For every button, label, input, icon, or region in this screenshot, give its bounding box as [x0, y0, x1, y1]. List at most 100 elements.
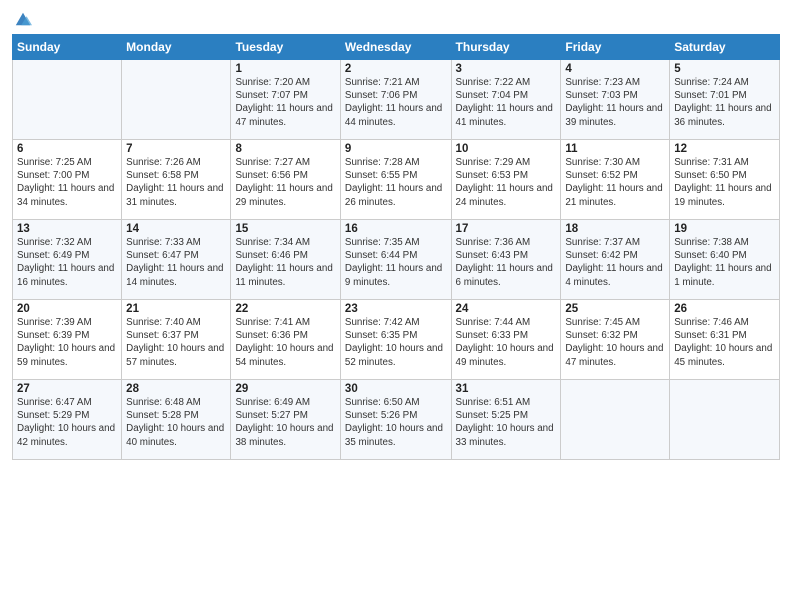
day-info: Sunrise: 7:22 AM Sunset: 7:04 PM Dayligh… [456, 76, 557, 129]
calendar-cell: 23Sunrise: 7:42 AM Sunset: 6:35 PM Dayli… [340, 300, 451, 380]
day-number: 21 [126, 303, 226, 315]
day-number: 12 [674, 143, 775, 155]
calendar-cell: 15Sunrise: 7:34 AM Sunset: 6:46 PM Dayli… [231, 220, 340, 300]
day-info: Sunrise: 6:50 AM Sunset: 5:26 PM Dayligh… [345, 396, 447, 449]
day-info: Sunrise: 7:41 AM Sunset: 6:36 PM Dayligh… [235, 316, 335, 369]
day-info: Sunrise: 7:24 AM Sunset: 7:01 PM Dayligh… [674, 76, 775, 129]
day-number: 8 [235, 143, 335, 155]
day-number: 4 [565, 63, 665, 75]
day-info: Sunrise: 7:31 AM Sunset: 6:50 PM Dayligh… [674, 156, 775, 209]
calendar-cell: 30Sunrise: 6:50 AM Sunset: 5:26 PM Dayli… [340, 380, 451, 460]
day-of-week-header: Sunday [13, 35, 122, 60]
day-info: Sunrise: 7:27 AM Sunset: 6:56 PM Dayligh… [235, 156, 335, 209]
calendar-cell [561, 380, 670, 460]
calendar-cell: 2Sunrise: 7:21 AM Sunset: 7:06 PM Daylig… [340, 60, 451, 140]
day-info: Sunrise: 7:35 AM Sunset: 6:44 PM Dayligh… [345, 236, 447, 289]
calendar-week-row: 6Sunrise: 7:25 AM Sunset: 7:00 PM Daylig… [13, 140, 780, 220]
day-info: Sunrise: 6:48 AM Sunset: 5:28 PM Dayligh… [126, 396, 226, 449]
calendar-week-row: 27Sunrise: 6:47 AM Sunset: 5:29 PM Dayli… [13, 380, 780, 460]
day-number: 25 [565, 303, 665, 315]
calendar-week-row: 1Sunrise: 7:20 AM Sunset: 7:07 PM Daylig… [13, 60, 780, 140]
day-number: 2 [345, 63, 447, 75]
calendar-header-row: SundayMondayTuesdayWednesdayThursdayFrid… [13, 35, 780, 60]
calendar-cell [670, 380, 780, 460]
logo-icon [14, 10, 32, 28]
calendar-cell: 29Sunrise: 6:49 AM Sunset: 5:27 PM Dayli… [231, 380, 340, 460]
calendar-cell: 20Sunrise: 7:39 AM Sunset: 6:39 PM Dayli… [13, 300, 122, 380]
calendar-cell: 25Sunrise: 7:45 AM Sunset: 6:32 PM Dayli… [561, 300, 670, 380]
day-info: Sunrise: 7:25 AM Sunset: 7:00 PM Dayligh… [17, 156, 117, 209]
day-of-week-header: Tuesday [231, 35, 340, 60]
day-of-week-header: Saturday [670, 35, 780, 60]
day-of-week-header: Wednesday [340, 35, 451, 60]
day-info: Sunrise: 7:36 AM Sunset: 6:43 PM Dayligh… [456, 236, 557, 289]
day-info: Sunrise: 7:28 AM Sunset: 6:55 PM Dayligh… [345, 156, 447, 209]
day-number: 22 [235, 303, 335, 315]
calendar-cell: 9Sunrise: 7:28 AM Sunset: 6:55 PM Daylig… [340, 140, 451, 220]
day-number: 6 [17, 143, 117, 155]
day-info: Sunrise: 7:26 AM Sunset: 6:58 PM Dayligh… [126, 156, 226, 209]
day-number: 30 [345, 383, 447, 395]
calendar-table: SundayMondayTuesdayWednesdayThursdayFrid… [12, 34, 780, 460]
calendar-cell: 8Sunrise: 7:27 AM Sunset: 6:56 PM Daylig… [231, 140, 340, 220]
day-number: 15 [235, 223, 335, 235]
calendar-cell: 5Sunrise: 7:24 AM Sunset: 7:01 PM Daylig… [670, 60, 780, 140]
day-number: 19 [674, 223, 775, 235]
day-info: Sunrise: 7:44 AM Sunset: 6:33 PM Dayligh… [456, 316, 557, 369]
calendar-cell: 11Sunrise: 7:30 AM Sunset: 6:52 PM Dayli… [561, 140, 670, 220]
calendar-cell: 22Sunrise: 7:41 AM Sunset: 6:36 PM Dayli… [231, 300, 340, 380]
calendar-cell: 10Sunrise: 7:29 AM Sunset: 6:53 PM Dayli… [451, 140, 561, 220]
day-info: Sunrise: 6:51 AM Sunset: 5:25 PM Dayligh… [456, 396, 557, 449]
day-number: 10 [456, 143, 557, 155]
day-info: Sunrise: 7:20 AM Sunset: 7:07 PM Dayligh… [235, 76, 335, 129]
day-info: Sunrise: 7:39 AM Sunset: 6:39 PM Dayligh… [17, 316, 117, 369]
page-container: SundayMondayTuesdayWednesdayThursdayFrid… [0, 0, 792, 612]
day-number: 9 [345, 143, 447, 155]
calendar-cell [122, 60, 231, 140]
day-number: 24 [456, 303, 557, 315]
day-number: 17 [456, 223, 557, 235]
day-number: 3 [456, 63, 557, 75]
day-number: 27 [17, 383, 117, 395]
day-number: 11 [565, 143, 665, 155]
day-info: Sunrise: 7:46 AM Sunset: 6:31 PM Dayligh… [674, 316, 775, 369]
calendar-cell: 31Sunrise: 6:51 AM Sunset: 5:25 PM Dayli… [451, 380, 561, 460]
day-info: Sunrise: 7:23 AM Sunset: 7:03 PM Dayligh… [565, 76, 665, 129]
calendar-cell [13, 60, 122, 140]
calendar-week-row: 20Sunrise: 7:39 AM Sunset: 6:39 PM Dayli… [13, 300, 780, 380]
day-info: Sunrise: 7:34 AM Sunset: 6:46 PM Dayligh… [235, 236, 335, 289]
day-info: Sunrise: 7:32 AM Sunset: 6:49 PM Dayligh… [17, 236, 117, 289]
calendar-cell: 14Sunrise: 7:33 AM Sunset: 6:47 PM Dayli… [122, 220, 231, 300]
day-number: 26 [674, 303, 775, 315]
day-info: Sunrise: 7:33 AM Sunset: 6:47 PM Dayligh… [126, 236, 226, 289]
day-number: 20 [17, 303, 117, 315]
calendar-cell: 17Sunrise: 7:36 AM Sunset: 6:43 PM Dayli… [451, 220, 561, 300]
day-number: 13 [17, 223, 117, 235]
day-info: Sunrise: 7:42 AM Sunset: 6:35 PM Dayligh… [345, 316, 447, 369]
calendar-cell: 13Sunrise: 7:32 AM Sunset: 6:49 PM Dayli… [13, 220, 122, 300]
calendar-cell: 12Sunrise: 7:31 AM Sunset: 6:50 PM Dayli… [670, 140, 780, 220]
calendar-cell: 3Sunrise: 7:22 AM Sunset: 7:04 PM Daylig… [451, 60, 561, 140]
calendar-cell: 18Sunrise: 7:37 AM Sunset: 6:42 PM Dayli… [561, 220, 670, 300]
day-number: 7 [126, 143, 226, 155]
day-info: Sunrise: 6:47 AM Sunset: 5:29 PM Dayligh… [17, 396, 117, 449]
calendar-cell: 16Sunrise: 7:35 AM Sunset: 6:44 PM Dayli… [340, 220, 451, 300]
day-number: 18 [565, 223, 665, 235]
calendar-cell: 19Sunrise: 7:38 AM Sunset: 6:40 PM Dayli… [670, 220, 780, 300]
calendar-cell: 7Sunrise: 7:26 AM Sunset: 6:58 PM Daylig… [122, 140, 231, 220]
calendar-cell: 27Sunrise: 6:47 AM Sunset: 5:29 PM Dayli… [13, 380, 122, 460]
day-of-week-header: Monday [122, 35, 231, 60]
header [12, 10, 780, 26]
day-number: 31 [456, 383, 557, 395]
day-info: Sunrise: 7:30 AM Sunset: 6:52 PM Dayligh… [565, 156, 665, 209]
calendar-cell: 28Sunrise: 6:48 AM Sunset: 5:28 PM Dayli… [122, 380, 231, 460]
day-number: 16 [345, 223, 447, 235]
day-number: 28 [126, 383, 226, 395]
day-of-week-header: Friday [561, 35, 670, 60]
day-info: Sunrise: 7:38 AM Sunset: 6:40 PM Dayligh… [674, 236, 775, 289]
calendar-cell: 4Sunrise: 7:23 AM Sunset: 7:03 PM Daylig… [561, 60, 670, 140]
calendar-cell: 21Sunrise: 7:40 AM Sunset: 6:37 PM Dayli… [122, 300, 231, 380]
day-info: Sunrise: 7:45 AM Sunset: 6:32 PM Dayligh… [565, 316, 665, 369]
day-number: 14 [126, 223, 226, 235]
calendar-week-row: 13Sunrise: 7:32 AM Sunset: 6:49 PM Dayli… [13, 220, 780, 300]
